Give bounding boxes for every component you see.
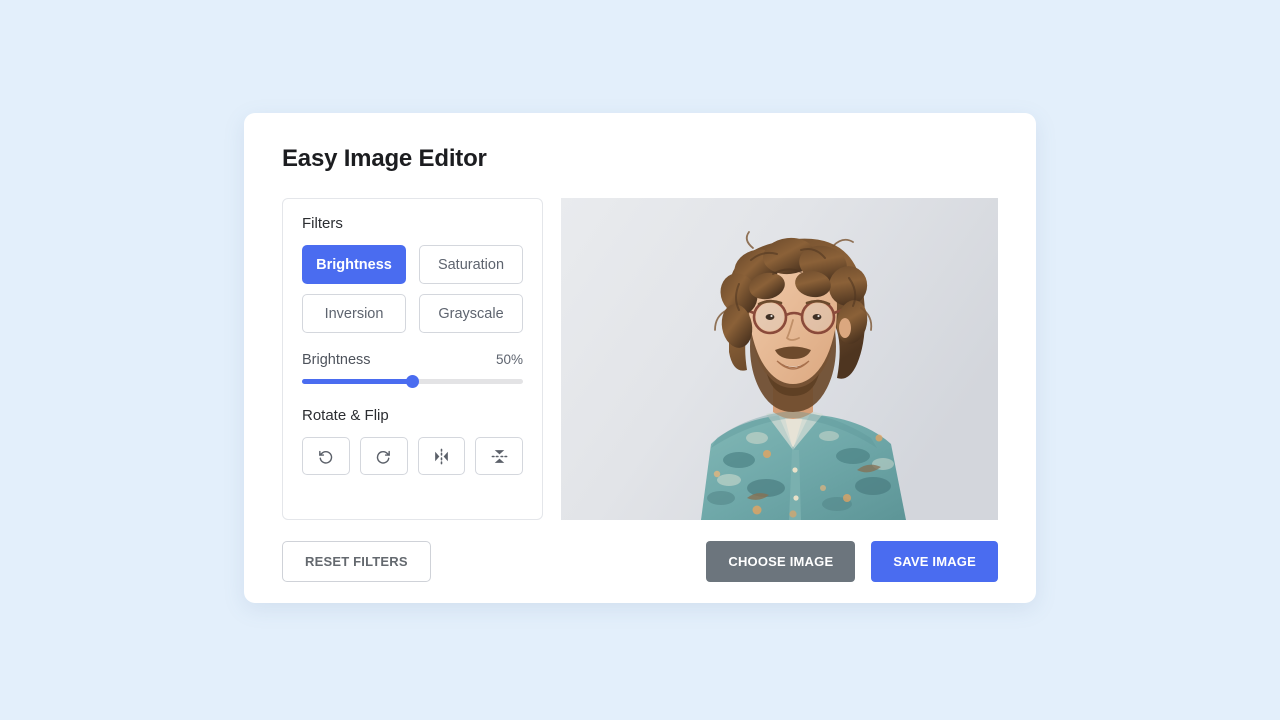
rotate-flip-section-label: Rotate & Flip bbox=[302, 407, 389, 424]
footer-actions: CHOOSE IMAGE SAVE IMAGE bbox=[706, 541, 998, 582]
image-preview bbox=[561, 198, 998, 520]
filter-brightness-button[interactable]: Brightness bbox=[302, 245, 406, 284]
rotate-flip-button-row bbox=[302, 437, 523, 475]
filter-saturation-button[interactable]: Saturation bbox=[419, 245, 523, 284]
slider-label: Brightness bbox=[302, 352, 371, 368]
preview-photo bbox=[561, 198, 998, 520]
filter-button-grid: Brightness Saturation Inversion Grayscal… bbox=[302, 245, 523, 333]
flip-horizontal-button[interactable] bbox=[417, 437, 466, 475]
brightness-slider[interactable] bbox=[302, 375, 523, 388]
slider-fill bbox=[302, 379, 413, 384]
slider-header: Brightness 50% bbox=[302, 352, 523, 368]
filters-panel: Filters Brightness Saturation Inversion … bbox=[282, 198, 543, 520]
filter-inversion-button[interactable]: Inversion bbox=[302, 294, 406, 333]
rotate-left-icon bbox=[317, 448, 334, 465]
filters-section-label: Filters bbox=[302, 215, 343, 232]
slider-value: 50% bbox=[495, 352, 523, 367]
slider-thumb[interactable] bbox=[406, 375, 419, 388]
editor-footer: RESET FILTERS CHOOSE IMAGE SAVE IMAGE bbox=[282, 541, 998, 582]
page-title: Easy Image Editor bbox=[282, 145, 487, 172]
reset-filters-button[interactable]: RESET FILTERS bbox=[282, 541, 431, 582]
flip-vertical-button[interactable] bbox=[475, 437, 523, 475]
save-image-button[interactable]: SAVE IMAGE bbox=[871, 541, 998, 582]
flip-horizontal-icon bbox=[432, 447, 451, 466]
filter-grayscale-button[interactable]: Grayscale bbox=[419, 294, 523, 333]
flip-vertical-icon bbox=[490, 447, 509, 466]
choose-image-button[interactable]: CHOOSE IMAGE bbox=[706, 541, 856, 582]
editor-body: Filters Brightness Saturation Inversion … bbox=[282, 198, 998, 520]
rotate-right-icon bbox=[375, 448, 392, 465]
rotate-left-button[interactable] bbox=[302, 437, 350, 475]
image-editor-card: Easy Image Editor Filters Brightness Sat… bbox=[244, 113, 1036, 603]
rotate-right-button[interactable] bbox=[359, 437, 408, 475]
